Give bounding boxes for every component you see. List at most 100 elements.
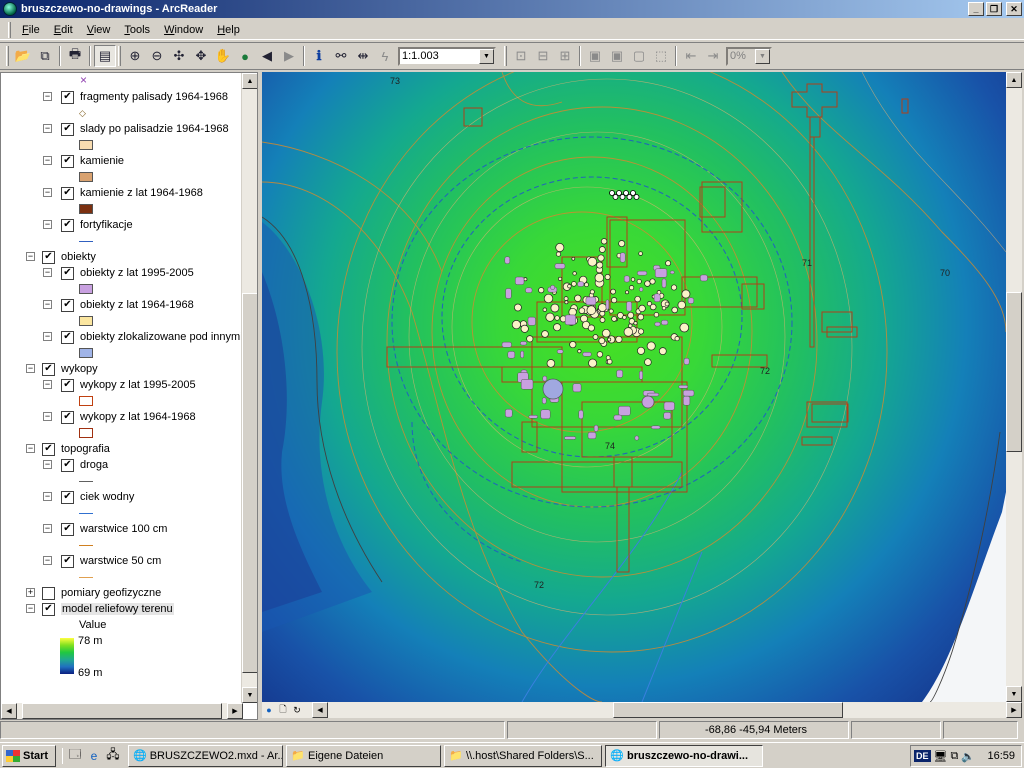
chevron-down-icon[interactable]: ▼ — [755, 48, 770, 64]
task-shared-folders[interactable]: 📁 \\.host\Shared Folders\S... — [444, 744, 602, 767]
measure-icon[interactable]: ⇹ — [352, 45, 374, 67]
layer-row[interactable]: ✔ model reliefowy terenu — [42, 601, 174, 617]
arcreader-app-icon[interactable] — [3, 2, 17, 16]
scroll-up-icon[interactable]: ▲ — [242, 73, 257, 89]
layer-row[interactable]: pomiary geofizyczne — [42, 585, 161, 601]
page-zoom-out-icon[interactable]: ⊟ — [532, 45, 554, 67]
map-display[interactable]: 73 71 70 72 74 72 — [262, 72, 1006, 702]
layer-label[interactable]: obiekty — [61, 251, 96, 263]
layer-label[interactable]: warstwice 50 cm — [80, 555, 161, 567]
layer-visibility-checkbox[interactable]: ✔ — [61, 458, 74, 472]
layer-label[interactable]: obiekty zlokalizowane pod innymi obiekta… — [80, 331, 243, 343]
layer-row[interactable]: ✔ wykopy z lat 1995-2005 — [61, 377, 196, 393]
chevron-down-icon[interactable]: ▼ — [479, 48, 494, 64]
menu-tools[interactable]: Tools — [117, 24, 157, 36]
find-icon[interactable]: ⚯ — [330, 45, 352, 67]
menu-file[interactable]: File — [15, 24, 47, 36]
scroll-left-icon[interactable]: ◀ — [1, 703, 17, 719]
collapse-icon[interactable]: − — [43, 412, 52, 421]
toc-horizontal-scrollbar[interactable]: ◀ ▶ — [1, 703, 243, 719]
print-icon[interactable]: 🖶 — [64, 45, 86, 67]
zoom-out-icon[interactable]: ⊖ — [146, 45, 168, 67]
layer-visibility-checkbox[interactable]: ✔ — [61, 490, 74, 504]
page-zoom-in-icon[interactable]: ⊡ — [510, 45, 532, 67]
layer-row[interactable]: ✔ obiekty zlokalizowane pod innymi obiekt… — [61, 329, 243, 345]
collapse-icon[interactable]: − — [43, 332, 52, 341]
data-view-icon[interactable]: ● — [262, 703, 276, 717]
menu-edit[interactable]: Edit — [47, 24, 80, 36]
map-scroll-thumb[interactable] — [1006, 292, 1022, 452]
scroll-down-icon[interactable]: ▼ — [1006, 686, 1022, 702]
page-fixed-in-icon[interactable]: ▣ — [606, 45, 628, 67]
layer-row[interactable]: ✔ obiekty — [42, 249, 96, 265]
layer-visibility-checkbox[interactable]: ✔ — [61, 122, 74, 136]
toc-vertical-scrollbar[interactable]: ▲ ▼ — [241, 73, 257, 703]
refresh-icon[interactable]: ↻ — [290, 703, 304, 717]
layer-label[interactable]: fortyfikacje — [80, 219, 133, 231]
layer-label[interactable]: slady po palisadzie 1964-1968 — [80, 123, 229, 135]
layer-label[interactable]: pomiary geofizyczne — [61, 587, 161, 599]
collapse-icon[interactable]: − — [43, 220, 52, 229]
layer-row[interactable]: ✔ fortyfikacje — [61, 217, 133, 233]
page-full-icon[interactable]: ▣ — [584, 45, 606, 67]
layer-visibility-checkbox[interactable]: ✔ — [61, 410, 74, 424]
layer-visibility-checkbox[interactable]: ✔ — [61, 266, 74, 280]
toolbar-grip[interactable] — [6, 46, 9, 66]
layer-label[interactable]: wykopy z lat 1964-1968 — [80, 411, 196, 423]
collapse-icon[interactable]: − — [43, 268, 52, 277]
layer-row[interactable]: ✔ fragmenty palisady 1964-1968 — [61, 89, 228, 105]
layer-label[interactable]: model reliefowy terenu — [61, 603, 174, 615]
layer-visibility-checkbox[interactable]: ✔ — [42, 250, 55, 264]
monitor-icon[interactable]: 🖥 — [934, 750, 948, 763]
collapse-icon[interactable]: − — [43, 300, 52, 309]
layer-visibility-checkbox[interactable]: ✔ — [61, 522, 74, 536]
menu-grip[interactable] — [8, 21, 11, 38]
full-extent-icon[interactable]: ● — [234, 45, 256, 67]
layer-visibility-checkbox[interactable] — [42, 586, 55, 600]
layer-row[interactable]: ✔ obiekty z lat 1995-2005 — [61, 265, 194, 281]
layer-row[interactable]: ✔ wykopy — [42, 361, 98, 377]
identify-icon[interactable]: ℹ — [308, 45, 330, 67]
layer-visibility-checkbox[interactable]: ✔ — [61, 154, 74, 168]
map-horizontal-scrollbar[interactable]: ● 🗋 ↻ ◀ ▶ — [262, 702, 1022, 718]
collapse-icon[interactable]: − — [43, 188, 52, 197]
forward-extent-icon[interactable]: ▶ — [278, 45, 300, 67]
layer-label[interactable]: wykopy z lat 1995-2005 — [80, 379, 196, 391]
menu-view[interactable]: View — [80, 24, 118, 36]
copy-icon[interactable]: ⧉ — [34, 45, 56, 67]
layer-visibility-checkbox[interactable]: ✔ — [61, 218, 74, 232]
task-bruszczewo2[interactable]: 🌐 BRUSZCZEWO2.mxd - Ar... — [128, 744, 283, 767]
layer-label[interactable]: obiekty z lat 1964-1968 — [80, 299, 194, 311]
layer-label[interactable]: wykopy — [61, 363, 98, 375]
layout-view-icon[interactable]: ▤ — [94, 45, 116, 67]
page-width-icon[interactable]: ⬚ — [650, 45, 672, 67]
collapse-icon[interactable]: − — [43, 156, 52, 165]
page-pan-icon[interactable]: ⊞ — [554, 45, 576, 67]
layer-row[interactable]: ✔ droga — [61, 457, 108, 473]
collapse-icon[interactable]: − — [43, 492, 52, 501]
start-button[interactable]: Start — [2, 744, 56, 767]
layer-visibility-checkbox[interactable]: ✔ — [42, 362, 55, 376]
menu-window[interactable]: Window — [157, 24, 210, 36]
toc-hscroll-thumb[interactable] — [22, 703, 222, 719]
maximize-button[interactable]: ❐ — [986, 2, 1002, 16]
scroll-left-icon[interactable]: ◀ — [312, 702, 328, 718]
expand-icon[interactable]: + — [26, 588, 35, 597]
network-tray-icon[interactable]: ⧉ — [950, 750, 958, 763]
collapse-icon[interactable]: − — [26, 444, 35, 453]
layer-label[interactable]: ciek wodny — [80, 491, 134, 503]
layer-label[interactable]: droga — [80, 459, 108, 471]
layer-visibility-checkbox[interactable]: ✔ — [61, 90, 74, 104]
layer-row[interactable]: ✔ slady po palisadzie 1964-1968 — [61, 121, 229, 137]
layout-view-tab-icon[interactable]: 🗋 — [276, 703, 290, 717]
layer-label[interactable]: fragmenty palisady 1964-1968 — [80, 91, 228, 103]
page-next-icon[interactable]: ⇥ — [702, 45, 724, 67]
collapse-icon[interactable]: − — [43, 124, 52, 133]
collapse-icon[interactable]: − — [43, 92, 52, 101]
map-hscroll-thumb[interactable] — [613, 702, 843, 718]
layer-visibility-checkbox[interactable]: ✔ — [61, 186, 74, 200]
layer-visibility-checkbox[interactable]: ✔ — [61, 378, 74, 392]
scroll-right-icon[interactable]: ▶ — [227, 703, 243, 719]
menu-help[interactable]: Help — [210, 24, 247, 36]
browser-icon[interactable]: e — [86, 748, 102, 764]
